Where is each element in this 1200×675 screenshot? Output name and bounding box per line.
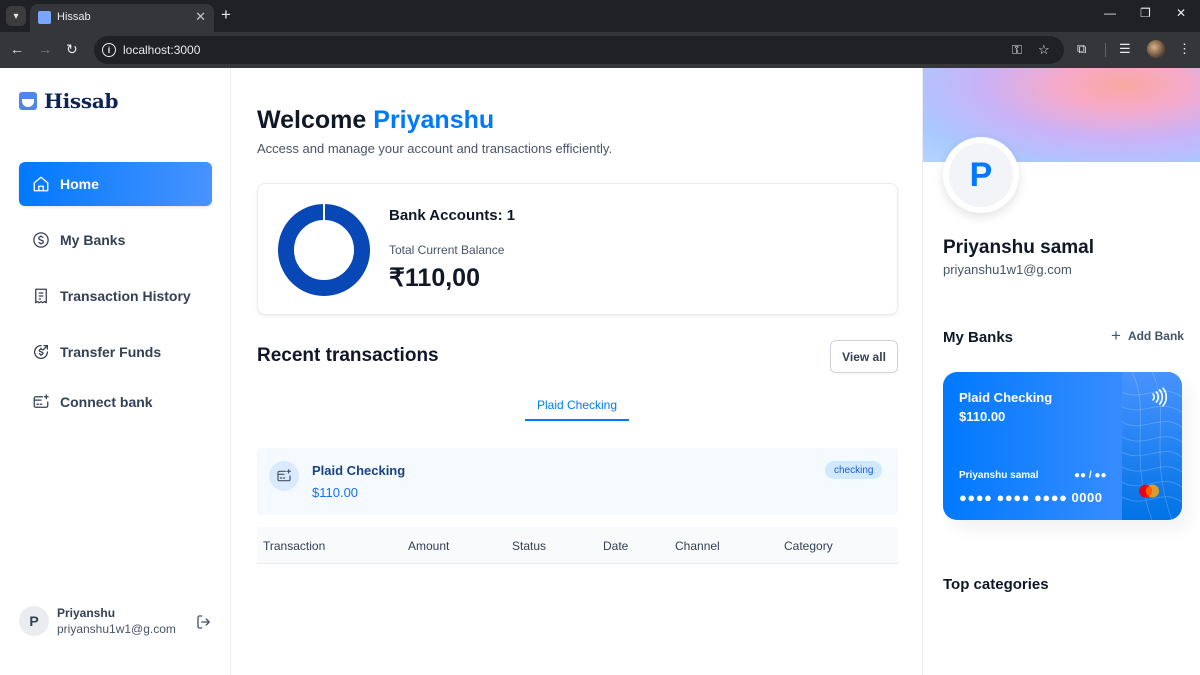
browser-tab-strip: ▾ Hissab ✕ + — ❐ ✕ xyxy=(0,0,1200,32)
window-close-icon[interactable]: ✕ xyxy=(1176,6,1186,20)
card-holder-name: Priyanshu samal xyxy=(959,470,1039,481)
home-icon xyxy=(31,174,51,194)
sidebar-item-home[interactable]: Home xyxy=(19,162,212,206)
column-header-transaction: Transaction xyxy=(263,539,326,553)
money-send-icon xyxy=(31,342,51,362)
main-content: Welcome Priyanshu Access and manage your… xyxy=(232,68,922,675)
tab-plaid-checking[interactable]: Plaid Checking xyxy=(525,390,629,421)
dollar-circle-icon xyxy=(31,230,51,250)
view-all-button[interactable]: View all xyxy=(830,340,898,373)
restore-icon[interactable]: ❐ xyxy=(1140,6,1151,20)
column-header-amount: Amount xyxy=(408,539,450,553)
total-balance-value: ₹110,00 xyxy=(389,264,480,292)
column-header-channel: Channel xyxy=(675,539,720,553)
forward-arrow-icon[interactable]: → xyxy=(38,40,52,58)
top-categories-title: Top categories xyxy=(943,576,1049,593)
recent-transactions-title: Recent transactions xyxy=(257,345,439,366)
bank-info-card[interactable]: Plaid Checking $110.00 checking xyxy=(257,448,898,515)
card-add-icon xyxy=(31,392,51,412)
profile-email: priyanshu1w1@g.com xyxy=(943,262,1072,277)
key-icon[interactable]: ⚿ xyxy=(1012,42,1022,58)
close-tab-icon[interactable]: ✕ xyxy=(195,9,206,25)
minimize-icon[interactable]: — xyxy=(1104,6,1116,20)
sidebar-item-label: My Banks xyxy=(60,232,126,248)
favicon-icon xyxy=(38,11,51,24)
sidebar-item-label: Home xyxy=(60,176,99,192)
donut-segment-plaid-checking xyxy=(278,204,370,296)
reload-icon[interactable]: ↻ xyxy=(66,40,78,58)
back-arrow-icon[interactable]: ← xyxy=(10,40,24,58)
url-text[interactable]: localhost:3000 xyxy=(123,43,200,57)
bank-card[interactable]: Plaid Checking $110.00 Priyanshu samal ●… xyxy=(943,372,1182,520)
sidebar: Hissab Home My Banks Transaction History… xyxy=(0,68,231,675)
profile-name: Priyanshu samal xyxy=(943,237,1095,258)
more-menu-icon[interactable]: ⋮ xyxy=(1178,41,1191,57)
sidebar-item-my-banks[interactable]: My Banks xyxy=(19,218,212,262)
mastercard-icon xyxy=(1139,484,1159,498)
bank-accounts-count: Bank Accounts: 1 xyxy=(389,207,516,224)
total-balance-label: Total Current Balance xyxy=(389,243,505,257)
bank-info-amount: $110.00 xyxy=(312,485,359,500)
sidebar-user-footer: P Priyanshu priyanshu1w1@g.com xyxy=(19,606,219,646)
bookmark-star-icon[interactable]: ☆ xyxy=(1038,42,1050,58)
new-tab-button[interactable]: + xyxy=(221,5,231,25)
brand-logo-link[interactable]: Hissab xyxy=(19,89,118,113)
column-header-date: Date xyxy=(603,539,629,553)
avatar: P xyxy=(19,606,49,636)
extensions-icon[interactable]: ⧉ xyxy=(1077,41,1086,57)
card-number: ●●●● ●●●● ●●●● 0000 xyxy=(959,490,1103,505)
right-sidebar: P Priyanshu samal priyanshu1w1@g.com My … xyxy=(922,68,1200,675)
user-first-name: Priyanshu xyxy=(373,106,495,134)
transactions-table-header: Transaction Amount Status Date Channel C… xyxy=(257,527,898,564)
bank-info-name: Plaid Checking xyxy=(312,463,406,478)
bank-card-icon xyxy=(269,461,299,491)
address-bar[interactable]: i localhost:3000 ⚿ ☆ xyxy=(94,36,1064,64)
tab-search-button[interactable]: ▾ xyxy=(6,6,26,26)
toolbar-divider xyxy=(1105,43,1106,57)
profile-avatar-ring: P xyxy=(943,137,1019,213)
greeting-text: Welcome xyxy=(257,106,367,134)
card-bank-name: Plaid Checking xyxy=(959,390,1053,405)
my-banks-title: My Banks xyxy=(943,329,1014,346)
sidebar-item-label: Connect bank xyxy=(60,394,153,410)
logout-icon[interactable] xyxy=(195,613,213,636)
card-balance: $110.00 xyxy=(959,409,1006,424)
browser-toolbar: ← → ↻ i localhost:3000 ⚿ ☆ ⧉ ☰ ⋮ xyxy=(0,32,1200,68)
sidebar-item-transfer-funds[interactable]: Transfer Funds xyxy=(19,330,212,374)
plus-icon: + xyxy=(1111,326,1121,345)
browser-tab[interactable]: Hissab ✕ xyxy=(30,4,214,32)
logo-icon xyxy=(19,92,37,110)
balance-donut-chart xyxy=(277,203,371,297)
chevron-down-icon: ▾ xyxy=(13,10,19,22)
sidebar-item-connect-bank[interactable]: Connect bank xyxy=(19,380,212,424)
profile-avatar: P xyxy=(949,143,1013,207)
account-type-badge: checking xyxy=(825,461,883,479)
sidebar-user-email: priyanshu1w1@g.com xyxy=(57,622,176,636)
reading-list-icon[interactable]: ☰ xyxy=(1119,41,1131,57)
sidebar-item-label: Transfer Funds xyxy=(60,344,162,360)
card-expiry: ●● / ●● xyxy=(1074,470,1107,481)
brand-name: Hissab xyxy=(44,89,119,113)
sidebar-item-transaction-history[interactable]: Transaction History xyxy=(19,274,212,318)
total-balance-card: Bank Accounts: 1 Total Current Balance ₹… xyxy=(257,183,898,315)
page-title: Welcome Priyanshu xyxy=(257,106,494,135)
sidebar-user-name: Priyanshu xyxy=(57,606,116,620)
browser-profile-avatar[interactable] xyxy=(1147,40,1165,58)
contactless-icon xyxy=(1152,387,1168,407)
add-bank-label: Add Bank xyxy=(1127,329,1184,343)
tab-title: Hissab xyxy=(57,11,91,23)
site-info-icon[interactable]: i xyxy=(102,43,116,57)
receipt-icon xyxy=(31,286,51,306)
column-header-status: Status xyxy=(512,539,547,553)
column-header-category: Category xyxy=(784,539,833,553)
page-subtitle: Access and manage your account and trans… xyxy=(257,141,613,156)
sidebar-item-label: Transaction History xyxy=(60,288,191,304)
add-bank-button[interactable]: + Add Bank xyxy=(1111,326,1184,345)
